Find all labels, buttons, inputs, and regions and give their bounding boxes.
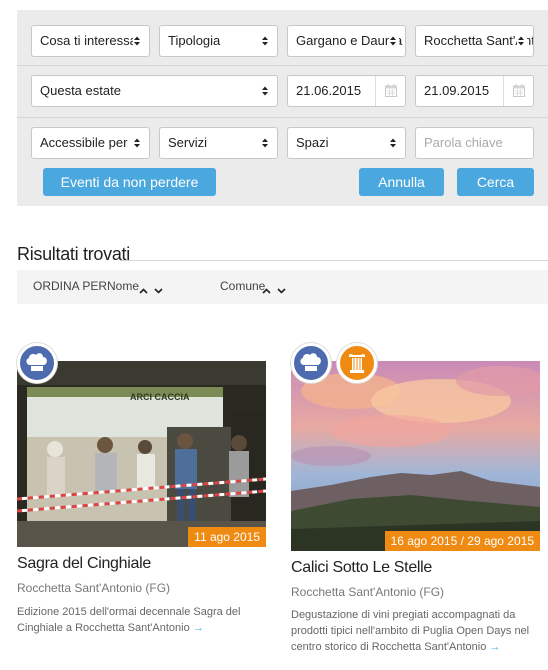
sort-town-asc-icon[interactable]: [262, 283, 271, 297]
services-select-value: Servizi: [168, 135, 208, 150]
area-select[interactable]: Gargano e Daunia: [287, 25, 406, 57]
card-description: Edizione 2015 dell'ormai decennale Sagra…: [17, 604, 257, 636]
sort-name-asc-icon[interactable]: [139, 283, 148, 297]
select-arrows-icon: [133, 26, 143, 56]
select-arrows-icon: [133, 128, 143, 158]
chef-hat-icon: [291, 343, 331, 383]
card-description-text: Edizione 2015 dell'ormai decennale Sagra…: [17, 606, 241, 634]
type-select-value: Tipologia: [168, 33, 221, 48]
event-photo: [17, 361, 266, 547]
calendar-icon[interactable]: [503, 76, 533, 106]
town-select[interactable]: Rocchetta Sant'Antonio: [415, 25, 534, 57]
calendar-icon[interactable]: [375, 76, 405, 106]
divider: [17, 117, 548, 118]
read-more-arrow-icon[interactable]: →: [489, 641, 500, 653]
sort-bar: ORDINA PER Nome Comune: [17, 270, 548, 304]
card-location: Rocchetta Sant'Antonio (FG): [291, 585, 445, 599]
sort-by-name-label: Nome: [107, 279, 140, 293]
date-to-value: 21.09.2015: [424, 83, 490, 98]
card-title[interactable]: Calici Sotto Le Stelle: [291, 559, 432, 577]
keyword-input[interactable]: Parola chiave: [415, 127, 534, 159]
area-select-value: Gargano e Daunia: [296, 33, 403, 48]
select-arrows-icon: [517, 26, 527, 56]
divider: [120, 260, 548, 261]
interest-select[interactable]: Cosa ti interessa: [31, 25, 150, 57]
date-badge: 16 ago 2015 / 29 ago 2015: [384, 531, 540, 551]
sort-by-town-label: Comune: [220, 279, 266, 293]
period-select-value: Questa estate: [40, 83, 121, 98]
card-location: Rocchetta Sant'Antonio (FG): [17, 581, 171, 595]
card-title[interactable]: Sagra del Cinghiale: [17, 555, 151, 573]
sort-name-desc-icon[interactable]: [154, 283, 163, 297]
period-select[interactable]: Questa estate: [31, 75, 278, 107]
date-badge: 11 ago 2015: [188, 527, 266, 547]
sort-label: ORDINA PER: [33, 279, 108, 293]
highlights-button[interactable]: Eventi da non perdere: [43, 168, 216, 196]
card-description: Degustazione di vini pregiati accompagna…: [291, 607, 536, 655]
date-to-field[interactable]: 21.09.2015: [415, 75, 534, 107]
event-image[interactable]: 16 ago 2015 / 29 ago 2015: [291, 361, 540, 551]
select-arrows-icon: [261, 128, 271, 158]
select-arrows-icon: [389, 128, 399, 158]
results-title: Risultati trovati: [17, 244, 130, 264]
divider: [17, 65, 548, 66]
keyword-placeholder: Parola chiave: [424, 135, 503, 150]
cancel-button[interactable]: Annulla: [359, 168, 444, 196]
select-arrows-icon: [261, 76, 271, 106]
interest-select-value: Cosa ti interessa: [40, 33, 137, 48]
select-arrows-icon: [261, 26, 271, 56]
accessibility-select[interactable]: Accessibile per: [31, 127, 150, 159]
select-arrows-icon: [389, 26, 399, 56]
services-select[interactable]: Servizi: [159, 127, 278, 159]
spaces-select-value: Spazi: [296, 135, 329, 150]
read-more-arrow-icon[interactable]: →: [193, 622, 204, 634]
column-icon: [337, 343, 377, 383]
sort-town-desc-icon[interactable]: [277, 283, 286, 297]
search-button[interactable]: Cerca: [457, 168, 534, 196]
event-image[interactable]: ARCI CACCIA 11 ago 2015: [17, 361, 266, 547]
type-select[interactable]: Tipologia: [159, 25, 278, 57]
spaces-select[interactable]: Spazi: [287, 127, 406, 159]
banner-text: ARCI CACCIA: [130, 392, 190, 402]
event-photo: [291, 361, 540, 551]
chef-hat-icon: [17, 343, 57, 383]
accessibility-select-value: Accessibile per: [40, 135, 128, 150]
date-from-value: 21.06.2015: [296, 83, 362, 98]
date-from-field[interactable]: 21.06.2015: [287, 75, 406, 107]
